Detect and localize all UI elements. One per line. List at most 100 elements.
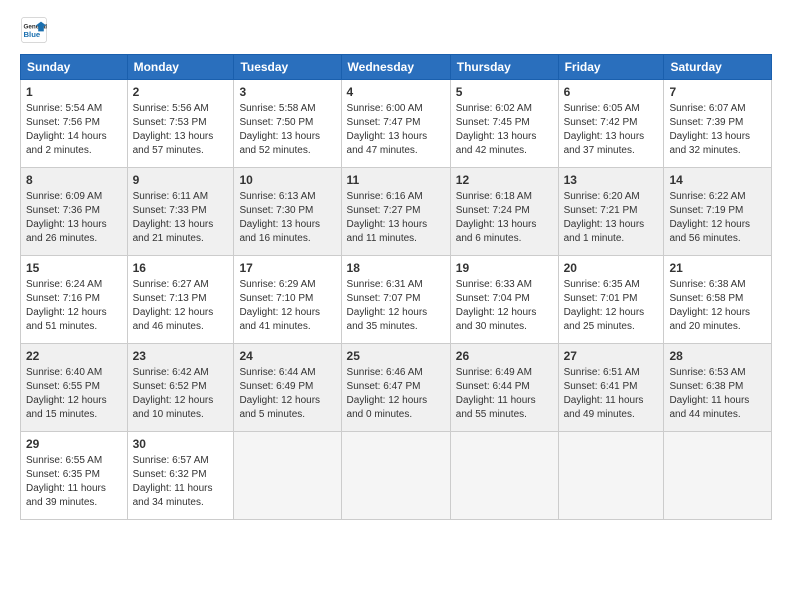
- day-info-line: Daylight: 13 hours: [239, 130, 335, 144]
- day-info-line: Sunrise: 6:42 AM: [133, 366, 229, 380]
- day-info-line: Daylight: 13 hours: [456, 218, 553, 232]
- day-info-line: and 10 minutes.: [133, 408, 229, 422]
- day-number: 2: [133, 84, 229, 101]
- day-info-line: Sunset: 6:58 PM: [669, 292, 766, 306]
- day-info-line: Sunrise: 6:18 AM: [456, 190, 553, 204]
- weekday-header-thursday: Thursday: [450, 55, 558, 80]
- calendar-cell: 9Sunrise: 6:11 AMSunset: 7:33 PMDaylight…: [127, 168, 234, 256]
- day-info-line: Sunset: 7:36 PM: [26, 204, 122, 218]
- calendar-cell: [234, 432, 341, 520]
- day-info-line: Daylight: 12 hours: [239, 394, 335, 408]
- day-info-line: Daylight: 12 hours: [347, 394, 445, 408]
- day-info-line: Sunset: 6:49 PM: [239, 380, 335, 394]
- day-info-line: Sunset: 6:41 PM: [564, 380, 659, 394]
- day-info-line: and 1 minute.: [564, 232, 659, 246]
- day-info-line: and 55 minutes.: [456, 408, 553, 422]
- day-info-line: and 11 minutes.: [347, 232, 445, 246]
- day-info-line: Sunrise: 6:13 AM: [239, 190, 335, 204]
- day-info-line: Sunrise: 6:46 AM: [347, 366, 445, 380]
- calendar-row-0: 1Sunrise: 5:54 AMSunset: 7:56 PMDaylight…: [21, 80, 772, 168]
- day-number: 1: [26, 84, 122, 101]
- day-number: 25: [347, 348, 445, 365]
- day-number: 3: [239, 84, 335, 101]
- calendar-row-3: 22Sunrise: 6:40 AMSunset: 6:55 PMDayligh…: [21, 344, 772, 432]
- day-info-line: Sunrise: 6:16 AM: [347, 190, 445, 204]
- calendar-cell: 19Sunrise: 6:33 AMSunset: 7:04 PMDayligh…: [450, 256, 558, 344]
- day-number: 28: [669, 348, 766, 365]
- calendar-cell: 6Sunrise: 6:05 AMSunset: 7:42 PMDaylight…: [558, 80, 664, 168]
- day-info-line: and 2 minutes.: [26, 144, 122, 158]
- day-number: 10: [239, 172, 335, 189]
- day-info-line: and 46 minutes.: [133, 320, 229, 334]
- day-info-line: Sunrise: 5:56 AM: [133, 102, 229, 116]
- calendar-cell: 15Sunrise: 6:24 AMSunset: 7:16 PMDayligh…: [21, 256, 128, 344]
- day-info-line: and 51 minutes.: [26, 320, 122, 334]
- day-info-line: Sunset: 6:44 PM: [456, 380, 553, 394]
- day-info-line: Daylight: 13 hours: [133, 130, 229, 144]
- day-number: 22: [26, 348, 122, 365]
- day-info-line: Sunset: 6:52 PM: [133, 380, 229, 394]
- day-info-line: Daylight: 13 hours: [347, 218, 445, 232]
- day-info-line: Sunset: 6:47 PM: [347, 380, 445, 394]
- calendar-row-1: 8Sunrise: 6:09 AMSunset: 7:36 PMDaylight…: [21, 168, 772, 256]
- day-number: 30: [133, 436, 229, 453]
- calendar-cell: 26Sunrise: 6:49 AMSunset: 6:44 PMDayligh…: [450, 344, 558, 432]
- calendar: SundayMondayTuesdayWednesdayThursdayFrid…: [20, 54, 772, 520]
- day-info-line: Sunrise: 6:07 AM: [669, 102, 766, 116]
- day-info-line: Sunset: 6:38 PM: [669, 380, 766, 394]
- day-info-line: Sunrise: 6:49 AM: [456, 366, 553, 380]
- calendar-cell: 1Sunrise: 5:54 AMSunset: 7:56 PMDaylight…: [21, 80, 128, 168]
- day-info-line: Daylight: 12 hours: [669, 306, 766, 320]
- calendar-cell: 10Sunrise: 6:13 AMSunset: 7:30 PMDayligh…: [234, 168, 341, 256]
- calendar-row-2: 15Sunrise: 6:24 AMSunset: 7:16 PMDayligh…: [21, 256, 772, 344]
- day-info-line: Sunrise: 6:44 AM: [239, 366, 335, 380]
- day-info-line: and 57 minutes.: [133, 144, 229, 158]
- day-info-line: Sunset: 7:19 PM: [669, 204, 766, 218]
- day-info-line: Sunrise: 6:27 AM: [133, 278, 229, 292]
- day-info-line: Daylight: 12 hours: [564, 306, 659, 320]
- day-info-line: and 26 minutes.: [26, 232, 122, 246]
- day-info-line: Sunrise: 6:53 AM: [669, 366, 766, 380]
- day-info-line: and 34 minutes.: [133, 496, 229, 510]
- day-info-line: Sunset: 7:30 PM: [239, 204, 335, 218]
- day-info-line: Daylight: 13 hours: [26, 218, 122, 232]
- header: General Blue: [20, 16, 772, 44]
- calendar-cell: 16Sunrise: 6:27 AMSunset: 7:13 PMDayligh…: [127, 256, 234, 344]
- day-number: 18: [347, 260, 445, 277]
- day-info-line: Sunrise: 5:54 AM: [26, 102, 122, 116]
- weekday-header-sunday: Sunday: [21, 55, 128, 80]
- calendar-cell: 28Sunrise: 6:53 AMSunset: 6:38 PMDayligh…: [664, 344, 772, 432]
- day-info-line: Sunrise: 6:00 AM: [347, 102, 445, 116]
- logo-icon: General Blue: [20, 16, 48, 44]
- calendar-row-4: 29Sunrise: 6:55 AMSunset: 6:35 PMDayligh…: [21, 432, 772, 520]
- calendar-cell: 13Sunrise: 6:20 AMSunset: 7:21 PMDayligh…: [558, 168, 664, 256]
- day-info-line: Sunset: 7:45 PM: [456, 116, 553, 130]
- day-info-line: and 32 minutes.: [669, 144, 766, 158]
- calendar-cell: 7Sunrise: 6:07 AMSunset: 7:39 PMDaylight…: [664, 80, 772, 168]
- weekday-header-wednesday: Wednesday: [341, 55, 450, 80]
- day-info-line: Sunset: 7:13 PM: [133, 292, 229, 306]
- day-info-line: Sunset: 6:32 PM: [133, 468, 229, 482]
- day-number: 13: [564, 172, 659, 189]
- day-info-line: Sunset: 7:01 PM: [564, 292, 659, 306]
- calendar-cell: [341, 432, 450, 520]
- day-info-line: Sunset: 7:33 PM: [133, 204, 229, 218]
- day-info-line: and 56 minutes.: [669, 232, 766, 246]
- day-info-line: and 30 minutes.: [456, 320, 553, 334]
- day-number: 20: [564, 260, 659, 277]
- day-info-line: and 52 minutes.: [239, 144, 335, 158]
- day-info-line: Sunrise: 6:24 AM: [26, 278, 122, 292]
- day-number: 12: [456, 172, 553, 189]
- day-info-line: Sunrise: 6:55 AM: [26, 454, 122, 468]
- day-number: 19: [456, 260, 553, 277]
- day-info-line: Daylight: 12 hours: [133, 306, 229, 320]
- logo: General Blue: [20, 16, 52, 44]
- day-info-line: Sunset: 7:07 PM: [347, 292, 445, 306]
- day-info-line: Daylight: 13 hours: [133, 218, 229, 232]
- calendar-cell: 24Sunrise: 6:44 AMSunset: 6:49 PMDayligh…: [234, 344, 341, 432]
- weekday-header-saturday: Saturday: [664, 55, 772, 80]
- weekday-header-row: SundayMondayTuesdayWednesdayThursdayFrid…: [21, 55, 772, 80]
- calendar-cell: 5Sunrise: 6:02 AMSunset: 7:45 PMDaylight…: [450, 80, 558, 168]
- day-info-line: Daylight: 11 hours: [133, 482, 229, 496]
- calendar-cell: 4Sunrise: 6:00 AMSunset: 7:47 PMDaylight…: [341, 80, 450, 168]
